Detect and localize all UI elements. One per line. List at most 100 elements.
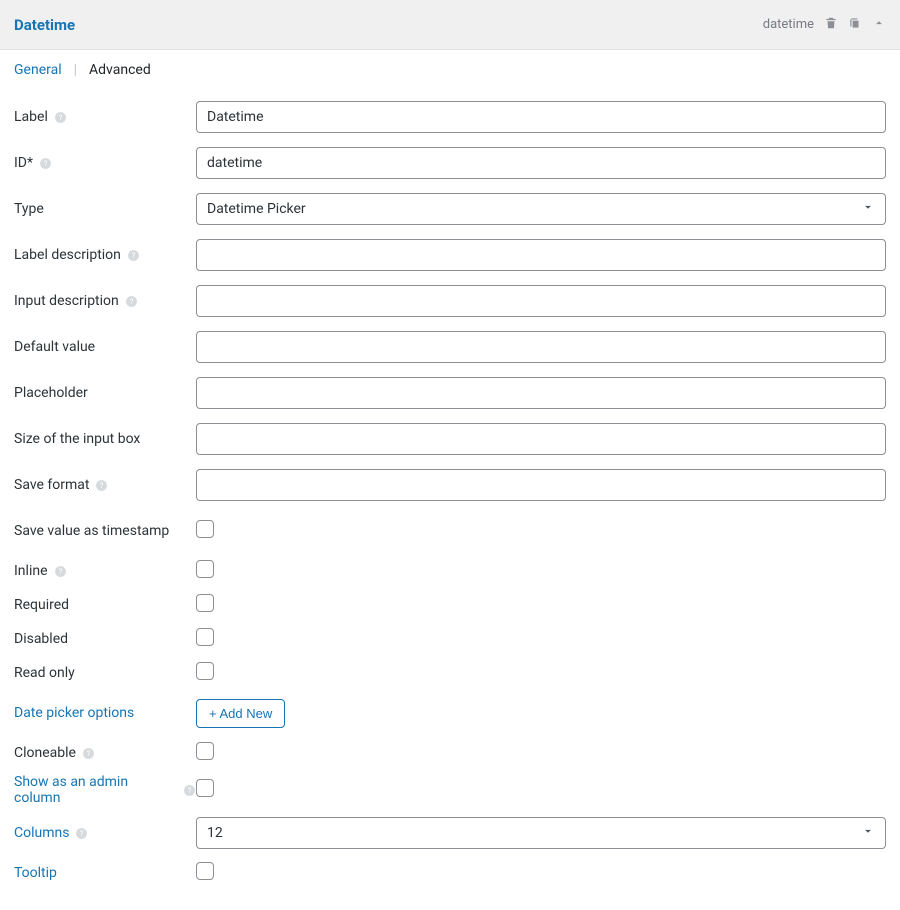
svg-text:?: ? (87, 749, 91, 758)
label-type: Type (14, 201, 196, 217)
label-text: Size of the input box (14, 431, 140, 447)
save-ts-checkbox[interactable] (196, 520, 214, 538)
help-icon[interactable]: ? (54, 565, 67, 578)
label-tooltip[interactable]: Tooltip (14, 865, 196, 881)
required-checkbox[interactable] (196, 594, 214, 612)
label-text: Tooltip (14, 865, 57, 881)
select-value: 12 (207, 825, 223, 841)
row-required: Required (14, 588, 886, 622)
svg-text:?: ? (129, 297, 133, 306)
label-text: Show as an admin column (14, 774, 177, 806)
label-desc-input[interactable] (196, 239, 886, 271)
help-icon[interactable]: ? (75, 827, 88, 840)
cloneable-checkbox[interactable] (196, 742, 214, 760)
tooltip-checkbox[interactable] (196, 862, 214, 880)
help-icon[interactable]: ? (127, 249, 140, 262)
label-text: Default value (14, 339, 95, 355)
save-format-input[interactable] (196, 469, 886, 501)
label-id: ID* ? (14, 155, 196, 171)
label-label: Label ? (14, 109, 196, 125)
row-id: ID* ? (14, 140, 886, 186)
label-columns[interactable]: Columns ? (14, 825, 196, 841)
panel-header: Datetime datetime (0, 0, 900, 50)
label-readonly: Read only (14, 665, 196, 681)
input-desc-input[interactable] (196, 285, 886, 317)
disabled-checkbox[interactable] (196, 628, 214, 646)
label-text: ID* (14, 155, 33, 171)
duplicate-icon[interactable] (848, 16, 862, 34)
readonly-checkbox[interactable] (196, 662, 214, 680)
label-disabled: Disabled (14, 631, 196, 647)
select-value: Datetime Picker (207, 201, 306, 217)
label-text: Required (14, 597, 69, 613)
tab-advanced[interactable]: Advanced (89, 62, 151, 78)
row-cloneable: Cloneable ? (14, 736, 886, 770)
columns-select[interactable]: 12 (196, 817, 886, 849)
row-columns: Columns ? 12 (14, 810, 886, 856)
tab-separator: | (74, 62, 77, 78)
label-label-desc: Label description ? (14, 247, 196, 263)
help-icon[interactable]: ? (54, 111, 67, 124)
chevron-down-icon (861, 200, 875, 218)
help-icon[interactable]: ? (125, 295, 138, 308)
tab-general[interactable]: General (14, 62, 62, 78)
inline-checkbox[interactable] (196, 560, 214, 578)
svg-text:?: ? (44, 159, 48, 168)
svg-text:?: ? (100, 481, 104, 490)
row-save-format: Save format ? (14, 462, 886, 508)
row-inline: Inline ? (14, 554, 886, 588)
row-label-desc: Label description ? (14, 232, 886, 278)
label-text: Label description (14, 247, 121, 263)
label-input[interactable] (196, 101, 886, 133)
row-size: Size of the input box (14, 416, 886, 462)
label-cloneable: Cloneable ? (14, 745, 196, 761)
row-admin-col: Show as an admin column ? (14, 770, 886, 810)
label-admin-col[interactable]: Show as an admin column ? (14, 774, 196, 806)
help-icon[interactable]: ? (39, 157, 52, 170)
label-text: Inline (14, 563, 48, 579)
form-body: Label ? ID* ? Type Datetime Picker Label… (0, 88, 900, 910)
row-date-options: Date picker options + Add New (14, 690, 886, 736)
admin-col-checkbox[interactable] (196, 779, 214, 797)
panel-slug: datetime (763, 17, 814, 32)
collapse-icon[interactable] (872, 16, 886, 34)
row-type: Type Datetime Picker (14, 186, 886, 232)
label-text: Input description (14, 293, 119, 309)
label-required: Required (14, 597, 196, 613)
row-save-ts: Save value as timestamp (14, 508, 886, 554)
label-text: Type (14, 201, 44, 217)
label-date-options[interactable]: Date picker options (14, 705, 196, 721)
label-text: Disabled (14, 631, 68, 647)
placeholder-input[interactable] (196, 377, 886, 409)
label-text: Columns (14, 825, 69, 841)
label-text: Save value as timestamp (14, 523, 169, 539)
label-placeholder: Placeholder (14, 385, 196, 401)
default-value-input[interactable] (196, 331, 886, 363)
label-text: Date picker options (14, 705, 134, 721)
add-new-button[interactable]: + Add New (196, 699, 285, 728)
label-text: Placeholder (14, 385, 88, 401)
label-text: Read only (14, 665, 75, 681)
svg-text:?: ? (58, 567, 62, 576)
row-readonly: Read only (14, 656, 886, 690)
size-input[interactable] (196, 423, 886, 455)
row-disabled: Disabled (14, 622, 886, 656)
label-size: Size of the input box (14, 431, 196, 447)
row-placeholder: Placeholder (14, 370, 886, 416)
id-input[interactable] (196, 147, 886, 179)
type-select[interactable]: Datetime Picker (196, 193, 886, 225)
row-input-desc: Input description ? (14, 278, 886, 324)
help-icon[interactable]: ? (82, 747, 95, 760)
svg-text:?: ? (80, 829, 84, 838)
svg-text:?: ? (59, 113, 63, 122)
svg-text:?: ? (132, 251, 136, 260)
tab-bar: General | Advanced (0, 50, 900, 88)
label-save-ts: Save value as timestamp (14, 523, 196, 539)
help-icon[interactable]: ? (95, 479, 108, 492)
svg-text:?: ? (188, 786, 192, 795)
help-icon[interactable]: ? (183, 784, 196, 797)
panel-header-actions: datetime (763, 16, 886, 34)
trash-icon[interactable] (824, 16, 838, 34)
label-text: Label (14, 109, 48, 125)
chevron-down-icon (861, 824, 875, 842)
